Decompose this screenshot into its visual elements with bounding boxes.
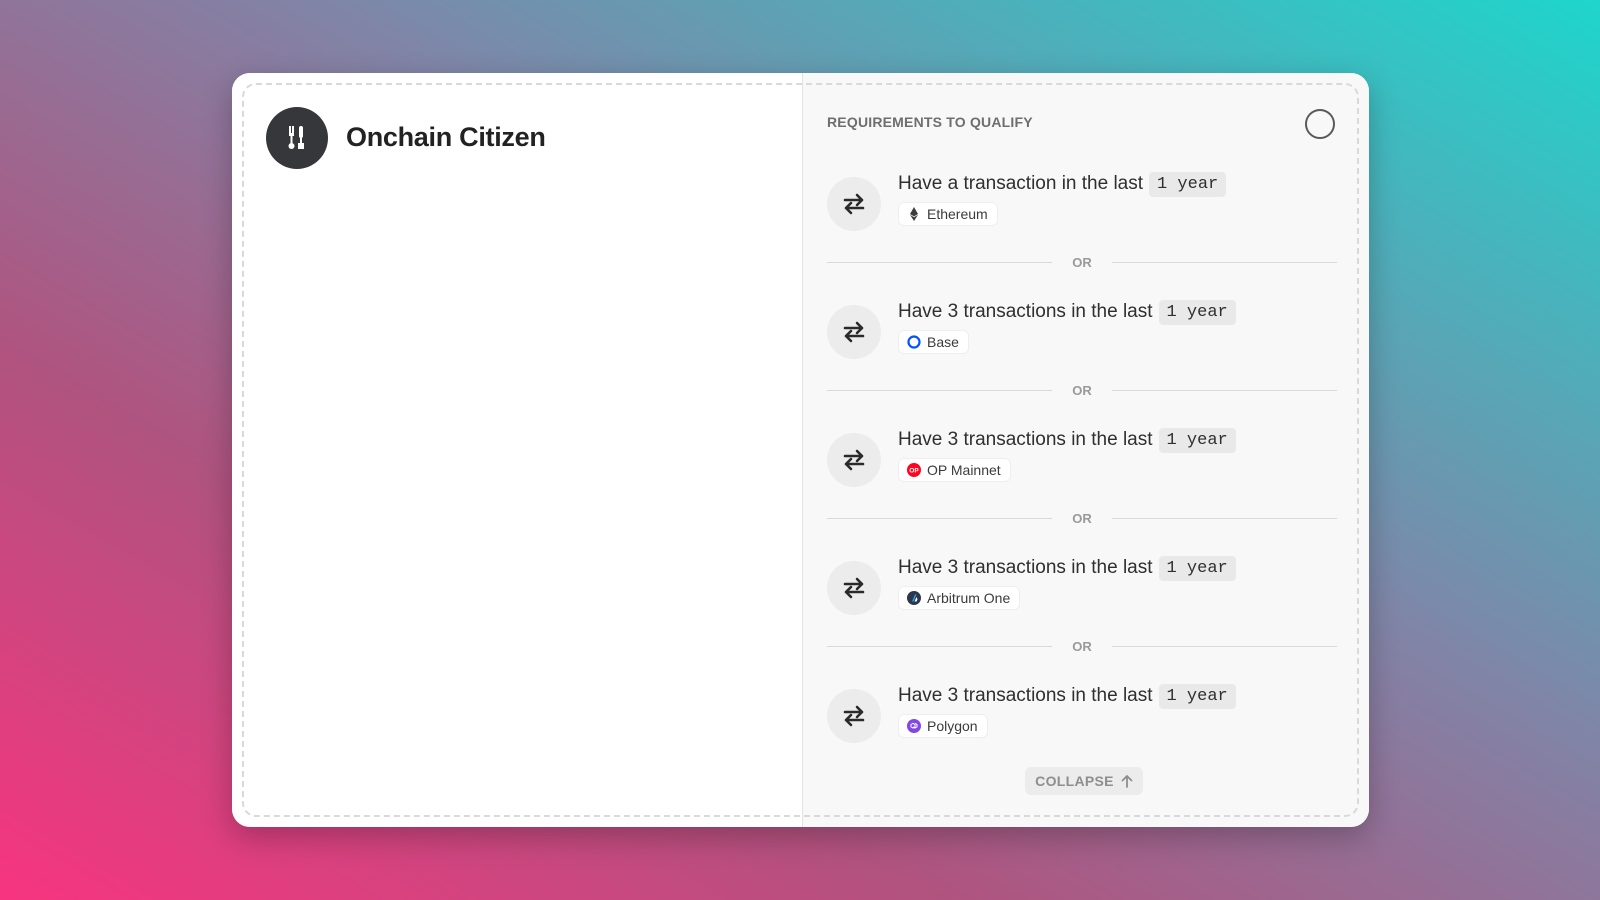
chain-name: Polygon xyxy=(927,718,978,734)
utensils-icon xyxy=(288,126,304,149)
transaction-arrows-icon xyxy=(827,433,881,487)
chain-name: Arbitrum One xyxy=(927,590,1011,606)
chain-tag-polygon: Polygon xyxy=(898,714,988,738)
requirement-period: 1 year xyxy=(1158,683,1236,709)
requirements-pane: REQUIREMENTS TO QUALIFY Have a transacti… xyxy=(802,73,1369,827)
requirement-label: Have 3 transactions in the last xyxy=(898,301,1153,322)
arrow-up-icon xyxy=(1121,775,1133,788)
requirement-label: Have a transaction in the last xyxy=(898,173,1144,194)
arbitrum-icon xyxy=(907,591,921,605)
requirement-period: 1 year xyxy=(1158,427,1236,453)
op-mainnet-icon: OP xyxy=(907,463,921,477)
access-status-indicator[interactable] xyxy=(1305,109,1335,139)
requirement-item: Have 3 transactions in the last 1 year B… xyxy=(827,297,1337,377)
chain-tag-op-mainnet: OP OP Mainnet xyxy=(898,458,1011,482)
chain-name: OP Mainnet xyxy=(927,462,1001,478)
transaction-arrows-icon xyxy=(827,177,881,231)
or-separator: OR xyxy=(827,508,1337,528)
requirement-item: Have a transaction in the last 1 year Et… xyxy=(827,169,1337,249)
role-logo xyxy=(266,107,328,169)
requirement-period: 1 year xyxy=(1149,171,1227,197)
transaction-arrows-icon xyxy=(827,689,881,743)
requirement-label: Have 3 transactions in the last xyxy=(898,429,1153,450)
base-icon xyxy=(907,335,921,349)
requirement-label: Have 3 transactions in the last xyxy=(898,685,1153,706)
requirement-item: Have 3 transactions in the last 1 year A… xyxy=(827,553,1337,633)
chain-name: Ethereum xyxy=(927,206,988,222)
role-title: Onchain Citizen xyxy=(346,122,546,152)
transaction-arrows-icon xyxy=(827,305,881,359)
collapse-label: COLLAPSE xyxy=(1035,773,1114,789)
or-separator: OR xyxy=(827,636,1337,656)
requirement-label: Have 3 transactions in the last xyxy=(898,557,1153,578)
chain-tag-base: Base xyxy=(898,330,969,354)
requirement-period: 1 year xyxy=(1158,299,1236,325)
or-separator: OR xyxy=(827,252,1337,272)
requirement-item: Have 3 transactions in the last 1 year P… xyxy=(827,681,1337,761)
or-separator: OR xyxy=(827,380,1337,400)
transaction-arrows-icon xyxy=(827,561,881,615)
requirement-item: Have 3 transactions in the last 1 year O… xyxy=(827,425,1337,505)
chain-tag-ethereum: Ethereum xyxy=(898,202,998,226)
polygon-icon xyxy=(907,719,921,733)
collapse-button[interactable]: COLLAPSE xyxy=(1025,767,1143,795)
requirement-period: 1 year xyxy=(1158,555,1236,581)
chain-tag-arbitrum-one: Arbitrum One xyxy=(898,586,1021,610)
requirements-header: REQUIREMENTS TO QUALIFY xyxy=(827,114,1033,130)
guild-card: Onchain Citizen REQUIREMENTS TO QUALIFY … xyxy=(232,73,1369,827)
ethereum-icon xyxy=(907,207,921,221)
chain-name: Base xyxy=(927,334,959,350)
svg-text:OP: OP xyxy=(909,468,919,475)
role-info-pane: Onchain Citizen xyxy=(232,73,802,827)
